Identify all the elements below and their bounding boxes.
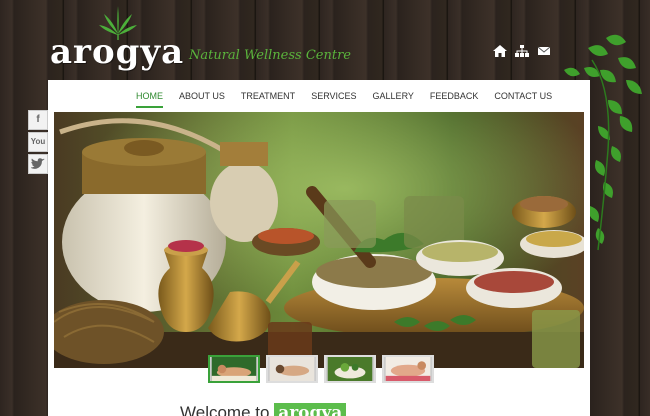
home-icon[interactable]	[493, 44, 507, 57]
nav-services[interactable]: SERVICES	[303, 80, 364, 112]
logo-text: arogya	[50, 32, 185, 72]
therapy-thumbnail[interactable]	[382, 355, 434, 383]
facebook-icon[interactable]: f	[28, 110, 48, 130]
nav-home[interactable]: HOME	[128, 80, 171, 112]
social-links: f You	[28, 110, 48, 174]
welcome-heading: Welcome to arogya	[180, 403, 347, 416]
slider-thumbnails	[208, 355, 434, 383]
nav-feedback[interactable]: FEEDBACK	[422, 80, 487, 112]
logo-tagline: Natural Wellness Centre	[189, 48, 351, 63]
site-logo[interactable]: arogya	[50, 6, 190, 70]
nav-gallery[interactable]: GALLERY	[365, 80, 422, 112]
nav-about-us[interactable]: ABOUT US	[171, 80, 233, 112]
spa-thumbnail[interactable]	[266, 355, 318, 383]
main-nav: HOME ABOUT US TREATMENT SERVICES GALLERY…	[48, 80, 590, 112]
massage-thumbnail[interactable]	[208, 355, 260, 383]
welcome-brand: arogya	[274, 403, 347, 416]
youtube-icon[interactable]: You	[28, 132, 48, 152]
welcome-prefix: Welcome to	[180, 403, 270, 416]
hero-image-slider[interactable]	[54, 112, 584, 368]
nav-contact-us[interactable]: CONTACT US	[486, 80, 560, 112]
nav-treatment[interactable]: TREATMENT	[233, 80, 303, 112]
twitter-icon[interactable]	[28, 154, 48, 174]
herbs-thumbnail[interactable]	[324, 355, 376, 383]
